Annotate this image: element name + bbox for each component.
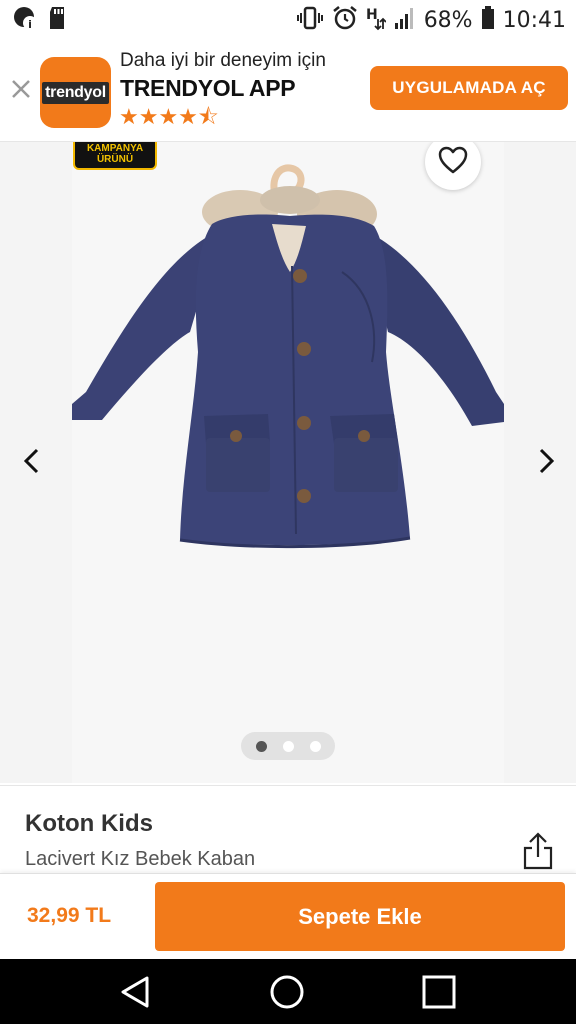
campaign-badge: KAMPANYA ÜRÜNÜ — [73, 142, 157, 170]
battery-icon — [481, 5, 495, 35]
status-left: i — [12, 5, 66, 36]
sd-card-icon — [48, 6, 66, 35]
product-gallery[interactable]: KAMPANYA ÜRÜNÜ — [0, 142, 576, 783]
alarm-icon — [332, 5, 358, 36]
status-bar: i H 68% 10:41 — [0, 0, 576, 40]
banner-tagline: Daha iyi bir deneyim için — [120, 50, 326, 71]
battery-percent: 68% — [423, 7, 473, 33]
data-icon: H — [366, 5, 387, 36]
back-icon[interactable] — [116, 973, 154, 1011]
clock: 10:41 — [502, 7, 566, 33]
share-icon[interactable] — [521, 831, 555, 871]
add-to-cart-button[interactable]: Sepete Ekle — [155, 882, 565, 951]
chevron-right-icon[interactable] — [530, 446, 560, 476]
svg-text:i: i — [28, 18, 32, 31]
product-name: Lacivert Kız Bebek Kaban — [25, 848, 256, 870]
rating-stars: ★★★★⯪ — [119, 104, 219, 129]
home-icon[interactable] — [268, 973, 306, 1011]
signal-icon — [394, 6, 416, 35]
app-install-banner: trendyol Daha iyi bir deneyim için TREND… — [0, 40, 576, 142]
price: 32,99 TL — [27, 904, 112, 927]
close-icon[interactable] — [10, 78, 32, 100]
status-right: H 68% 10:41 — [296, 5, 566, 36]
heart-icon — [438, 146, 468, 179]
buy-bar: 32,99 TL Sepete Ekle — [0, 873, 576, 959]
pager-dot[interactable] — [309, 740, 321, 752]
android-nav-bar — [0, 959, 576, 1024]
banner-app-name: TRENDYOL APP — [120, 75, 296, 101]
brand-name[interactable]: Koton Kids — [25, 810, 153, 838]
chevron-left-icon[interactable] — [18, 446, 48, 476]
svg-text:H: H — [366, 7, 378, 23]
app-logo: trendyol — [40, 57, 111, 128]
campaign-badge-line1: KAMPANYA — [86, 143, 144, 154]
product-image[interactable] — [72, 142, 504, 783]
product-info: Koton Kids Lacivert Kız Bebek Kaban — [0, 785, 576, 873]
recents-icon[interactable] — [420, 973, 458, 1011]
logo-text: trendyol — [42, 81, 109, 104]
vibrate-icon — [296, 6, 324, 35]
image-pager — [241, 732, 335, 760]
pager-dot[interactable] — [282, 740, 294, 752]
pager-dot[interactable] — [255, 740, 267, 752]
open-in-app-button[interactable]: UYGULAMADA AÇ — [370, 66, 568, 110]
navy-coat-image — [72, 164, 504, 549]
app-notification-icon: i — [12, 5, 38, 36]
campaign-badge-line2: ÜRÜNÜ — [96, 154, 134, 165]
